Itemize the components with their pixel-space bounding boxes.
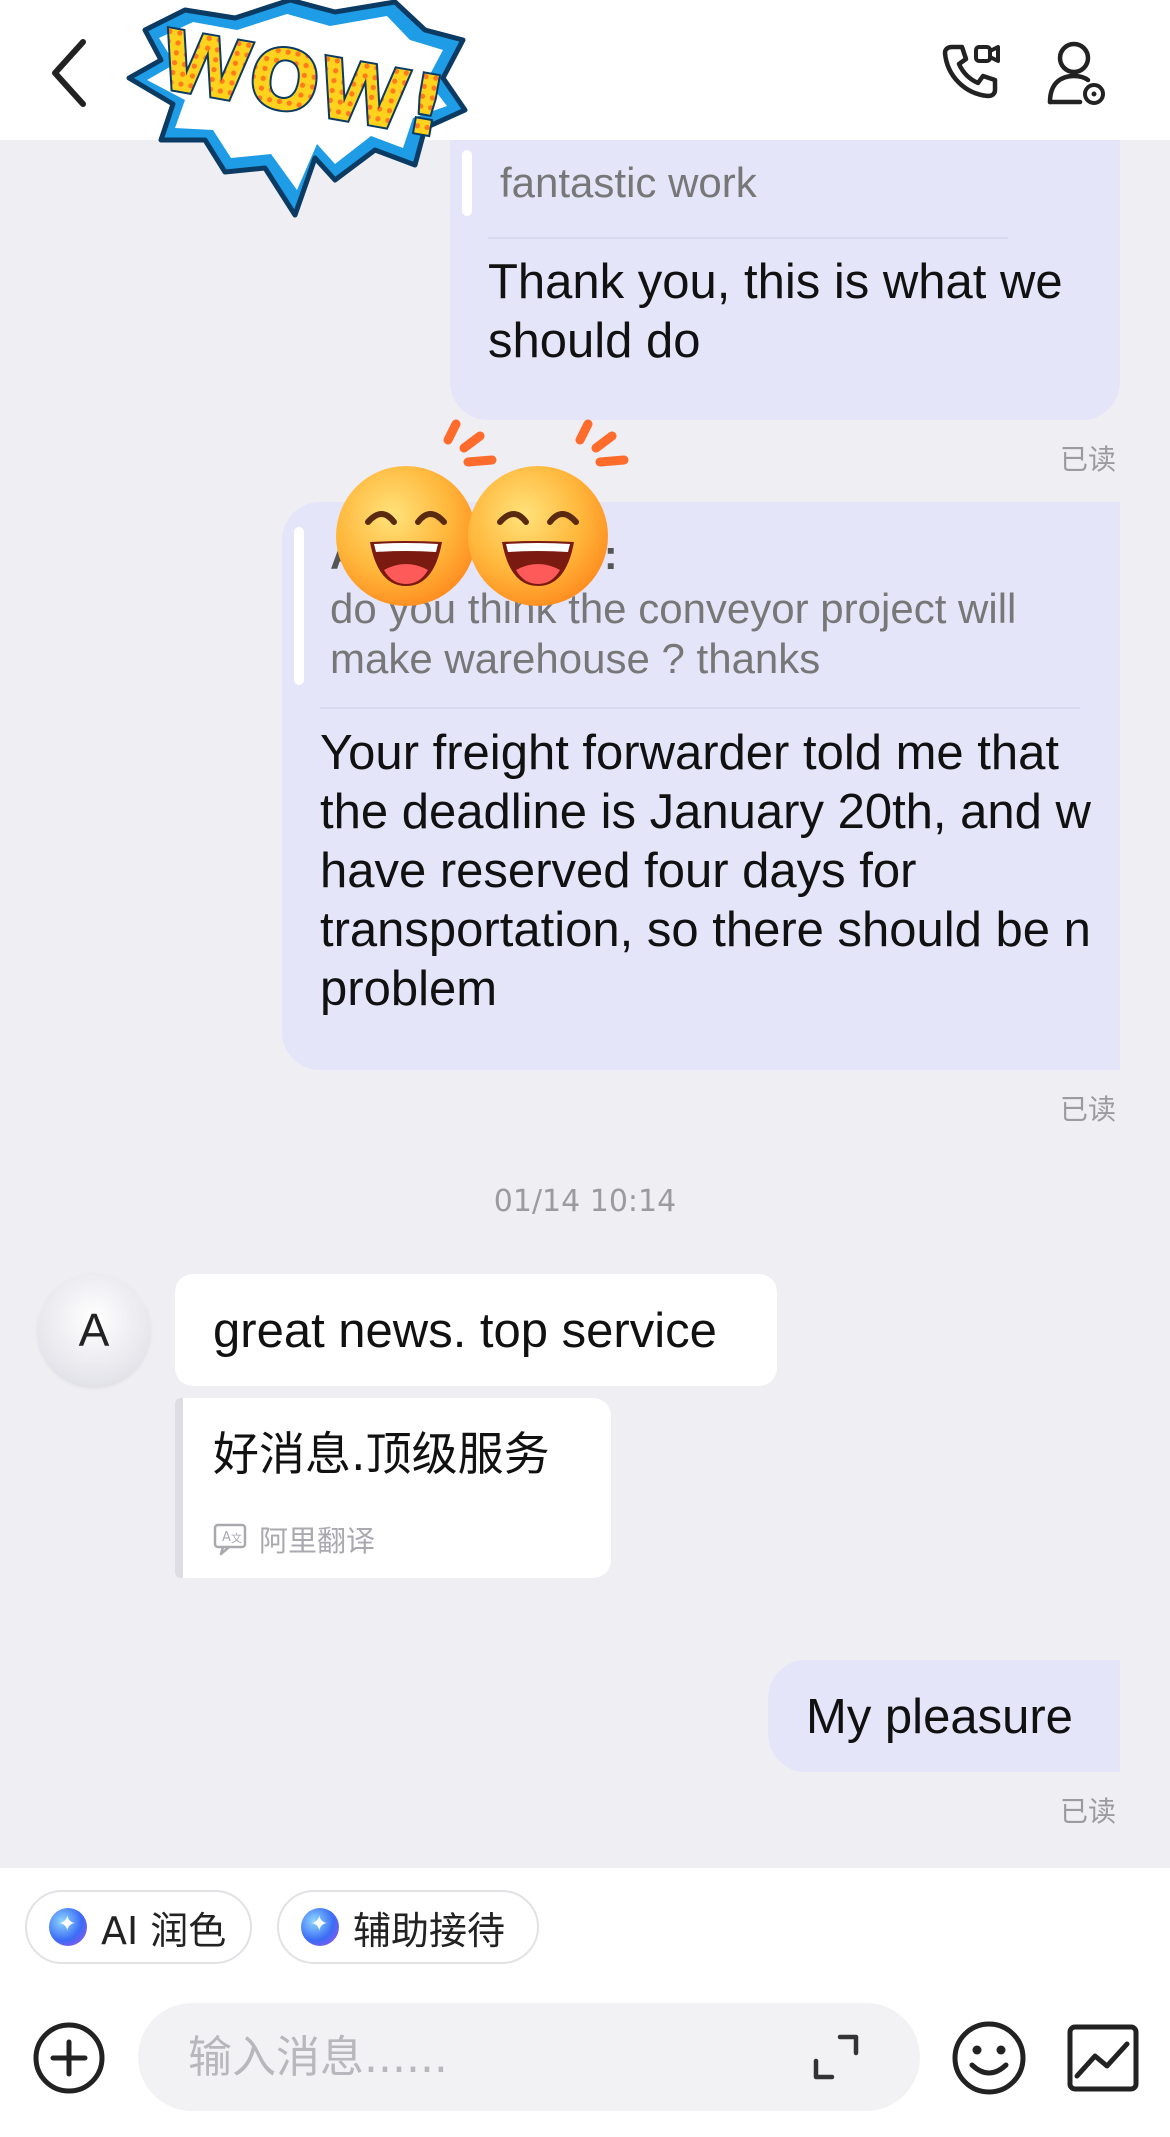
svg-text:文: 文 bbox=[231, 1531, 242, 1545]
message-text: Your freight forwarder told me that bbox=[320, 726, 1060, 780]
quote-bar bbox=[294, 527, 304, 685]
add-button[interactable] bbox=[28, 2017, 110, 2099]
back-button[interactable] bbox=[30, 28, 110, 118]
message-timestamp: 01/14 10:14 bbox=[493, 1184, 677, 1219]
message-text: transportation, so there should be n bbox=[320, 903, 1091, 957]
translation-source: A 文 阿里翻译 bbox=[213, 1518, 375, 1560]
sparkle-icon bbox=[49, 1908, 87, 1946]
avatar[interactable]: A bbox=[38, 1274, 150, 1386]
read-receipt: 已读 bbox=[1060, 443, 1117, 476]
image-icon bbox=[1067, 2024, 1139, 2092]
quoted-text: make warehouse ? thanks bbox=[330, 635, 821, 682]
expand-button[interactable] bbox=[808, 2029, 864, 2085]
sparkle-icon bbox=[301, 1908, 339, 1946]
translate-icon: A 文 bbox=[213, 1523, 247, 1556]
message-text: My pleasure bbox=[806, 1690, 1073, 1744]
message-text: Thank you, this is what we bbox=[488, 255, 1063, 309]
quote-divider bbox=[488, 237, 1008, 239]
chevron-left-icon bbox=[52, 39, 86, 107]
translated-text: 好消息.顶级服务 bbox=[213, 1427, 550, 1481]
wow-sticker: WOW! bbox=[125, 0, 470, 218]
call-button[interactable] bbox=[935, 36, 1005, 106]
ai-polish-label: AI 润色 bbox=[101, 1908, 227, 1953]
message-input[interactable] bbox=[188, 2025, 788, 2089]
smile-icon bbox=[952, 2021, 1026, 2095]
image-button[interactable] bbox=[1060, 2015, 1146, 2101]
profile-button[interactable] bbox=[1040, 36, 1114, 110]
laughing-emoji-sticker bbox=[330, 418, 650, 608]
svg-text:A: A bbox=[222, 1530, 231, 1545]
assist-reception-button[interactable]: 辅助接待 bbox=[277, 1890, 539, 1964]
user-settings-icon bbox=[1047, 41, 1105, 105]
quote-divider bbox=[320, 707, 1080, 709]
message-input-container bbox=[138, 2003, 920, 2111]
message-text: great news. top service bbox=[213, 1304, 717, 1358]
message-text: have reserved four days for bbox=[320, 844, 917, 898]
message-text-block: Your freight forwarder told me that the … bbox=[320, 724, 1120, 1024]
plus-circle-icon bbox=[33, 2022, 105, 2094]
ai-polish-button[interactable]: AI 润色 bbox=[25, 1890, 252, 1964]
read-receipt: 已读 bbox=[1060, 1795, 1117, 1828]
phone-video-icon bbox=[942, 44, 1000, 99]
quoted-text: fantastic work bbox=[500, 159, 757, 206]
read-receipt: 已读 bbox=[1060, 1093, 1117, 1126]
expand-icon bbox=[813, 2034, 859, 2080]
emoji-button[interactable] bbox=[946, 2015, 1032, 2101]
message-text: the deadline is January 20th, and w bbox=[320, 785, 1091, 839]
message-text: problem bbox=[320, 962, 498, 1016]
avatar-letter: A bbox=[78, 1304, 110, 1356]
message-text: should do bbox=[488, 314, 701, 368]
assist-reception-label: 辅助接待 bbox=[353, 1908, 506, 1953]
